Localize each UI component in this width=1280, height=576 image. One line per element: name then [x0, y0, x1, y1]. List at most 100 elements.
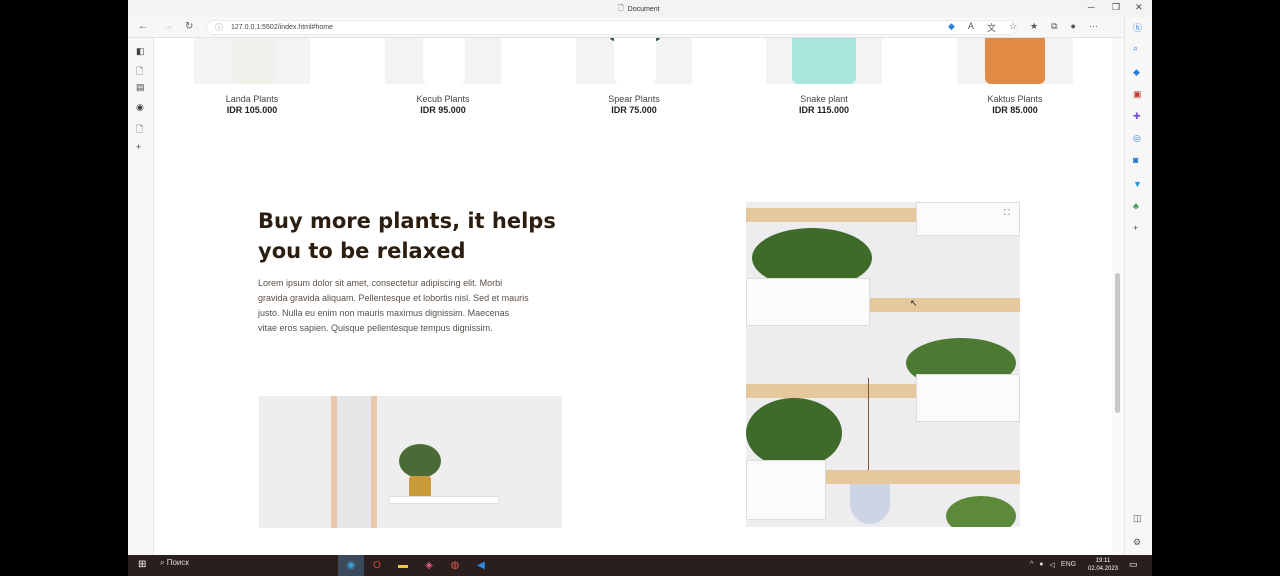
wood-plank	[870, 298, 1020, 312]
new-tab-icon[interactable]: +	[136, 142, 141, 152]
wall-planters-image: ⛶ ↖	[746, 202, 1020, 527]
address-input[interactable]: ⓘ 127.0.0.1:5502/index.html#home	[206, 20, 1018, 35]
system-tray: ^ ● ◁ ENG	[1030, 561, 1076, 569]
vscode-app-icon[interactable]: ◀	[468, 555, 494, 576]
restore-button[interactable]: ❐	[1112, 2, 1120, 13]
extension-icon[interactable]: ◆	[948, 21, 955, 34]
taskbar-apps: ◉ O ▬ ◈ ◍ ◀	[338, 555, 494, 576]
document-icon: 🗋	[618, 5, 624, 12]
more-button[interactable]: ···	[1089, 21, 1098, 34]
drop-icon[interactable]: ▼	[1133, 179, 1142, 189]
pot-shape	[614, 38, 656, 84]
minimize-button[interactable]: ─	[1088, 2, 1094, 12]
tray-arrow-icon[interactable]: ^	[1030, 561, 1033, 569]
tag-icon[interactable]: ◆	[1133, 67, 1140, 78]
wood-plank	[746, 208, 916, 222]
expand-image-icon[interactable]: ⛶	[1004, 208, 1010, 218]
product-card[interactable]: Snake plant IDR 115.000	[766, 38, 882, 115]
bing-icon[interactable]: ⓑ	[1133, 21, 1142, 34]
foliage-shape	[746, 398, 842, 468]
product-name: Kaktus Plants	[987, 94, 1043, 104]
windows-start-icon[interactable]: ⊞	[138, 559, 146, 570]
window-title: 🗋 Document	[618, 5, 660, 13]
search-icon[interactable]: ⌕	[1133, 43, 1138, 54]
opera-app-icon[interactable]: O	[364, 555, 390, 576]
mirror-shape	[331, 396, 377, 528]
planter-box	[916, 374, 1020, 422]
taskbar: ⊞ ⌕ Поиск ◉ O ▬ ◈ ◍ ◀ ^ ● ◁ ENG 19:11 02…	[128, 555, 1152, 576]
scrollbar-thumb[interactable]	[1115, 273, 1120, 413]
collections-icon[interactable]: ⧉	[1051, 21, 1057, 34]
feature-body: Lorem ipsum dolor sit amet, consectetur …	[258, 278, 529, 333]
favorites-list-icon[interactable]: ★	[1030, 21, 1038, 34]
tab-active-icon[interactable]: 🗋	[136, 122, 143, 138]
product-card[interactable]: Kaktus Plants IDR 85.000	[957, 38, 1073, 115]
wood-plank	[826, 470, 1020, 484]
plant-shape	[399, 444, 441, 478]
clock[interactable]: 19:11 02.04.2023	[1088, 557, 1118, 573]
folder-app-icon[interactable]: ▬	[390, 555, 416, 576]
product-card[interactable]: Landa Plants IDR 105.000	[194, 38, 310, 115]
volume-icon[interactable]: ◁	[1050, 561, 1055, 569]
pot-shape	[423, 38, 465, 84]
hanging-pot	[850, 484, 890, 524]
read-aloud-icon[interactable]: A	[968, 21, 974, 34]
table-shape	[389, 496, 499, 504]
close-button[interactable]: ✕	[1135, 2, 1143, 13]
product-image	[385, 38, 501, 84]
shopping-icon[interactable]: ▣	[1133, 89, 1142, 100]
date: 02.04.2023	[1088, 566, 1119, 572]
product-image	[576, 38, 692, 84]
product-image	[194, 38, 310, 84]
product-name: Snake plant	[800, 94, 848, 104]
scrollbar[interactable]	[1112, 38, 1124, 555]
product-price: IDR 85.000	[992, 105, 1038, 115]
search-label: Поиск	[166, 558, 189, 567]
favorite-icon[interactable]: ☆	[1009, 21, 1017, 34]
refresh-button[interactable]: ↻	[185, 21, 193, 32]
tab-page-icon[interactable]: 🗋	[136, 64, 143, 80]
planter-box	[746, 278, 870, 326]
info-icon[interactable]: ⓘ	[215, 21, 223, 34]
tools-icon[interactable]: ✚	[1133, 111, 1141, 122]
product-image	[766, 38, 882, 84]
product-card[interactable]: Spear Plants IDR 75.000	[576, 38, 692, 115]
github-icon[interactable]: ◉	[136, 102, 144, 113]
back-button[interactable]: ←	[138, 21, 148, 32]
mic-icon[interactable]: ●	[1039, 561, 1043, 569]
toolbar-icons: ◆ A 文 ☆ ★ ⧉ ● ···	[948, 21, 1098, 34]
outlook-icon[interactable]: ◙	[1133, 155, 1138, 165]
add-icon[interactable]: +	[1133, 223, 1138, 233]
vertical-tabs-bar: ◧ 🗋 ▤ ◉ 🗋 +	[128, 38, 154, 555]
tab-actions-icon[interactable]: ◧	[136, 46, 145, 57]
pot-shape	[792, 38, 856, 84]
language-indicator[interactable]: ENG	[1061, 561, 1076, 569]
edge-app-icon[interactable]: ◉	[338, 555, 364, 576]
planter-box	[746, 460, 826, 520]
taskbar-search[interactable]: ⌕ Поиск	[160, 558, 189, 568]
page-content: Landa Plants IDR 105.000 Kecub Plants ID…	[154, 38, 1112, 555]
product-price: IDR 95.000	[420, 105, 466, 115]
profile-icon[interactable]: ●	[1071, 21, 1076, 34]
forward-button[interactable]: →	[163, 21, 173, 32]
foliage-shape	[946, 496, 1016, 527]
product-name: Spear Plants	[608, 94, 660, 104]
translate-icon[interactable]: 文	[987, 21, 996, 34]
pot-shape	[232, 38, 274, 84]
address-toolbar: ← → ↻ ⓘ 127.0.0.1:5502/index.html#home ◆…	[128, 17, 1152, 38]
figma-app-icon[interactable]: ◈	[416, 555, 442, 576]
tab-page-icon[interactable]: ▤	[136, 82, 145, 93]
wood-plank	[746, 384, 916, 398]
chrome-app-icon[interactable]: ◍	[442, 555, 468, 576]
settings-icon[interactable]: ⚙	[1133, 537, 1141, 548]
feature-headline: Buy more plants, it helps you to be rela…	[258, 209, 556, 263]
product-name: Kecub Plants	[416, 94, 470, 104]
sidebar-toggle-icon[interactable]: ◫	[1133, 513, 1142, 524]
product-card[interactable]: Kecub Plants IDR 95.000	[385, 38, 501, 115]
notification-icon[interactable]: ▭	[1129, 559, 1138, 570]
tree-icon[interactable]: ♣	[1133, 201, 1139, 211]
product-image	[957, 38, 1073, 84]
games-icon[interactable]: ◎	[1133, 133, 1141, 144]
product-price: IDR 115.000	[798, 105, 850, 115]
mouse-cursor-icon: ↖	[910, 298, 918, 308]
